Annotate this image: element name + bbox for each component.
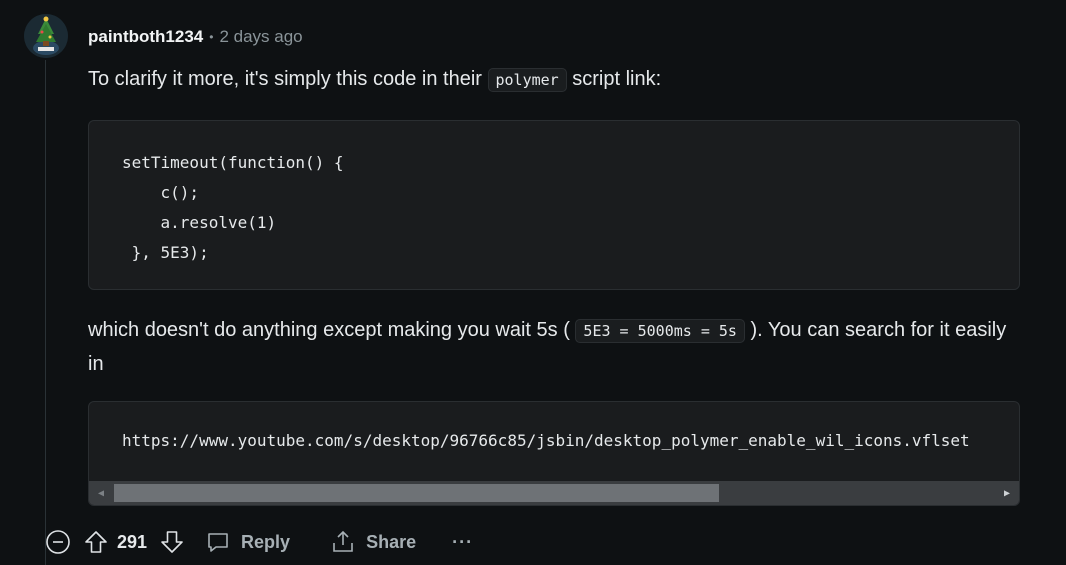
code-line: setTimeout(function() { — [122, 153, 344, 172]
username[interactable]: paintboth1234 — [88, 27, 203, 47]
more-options-icon: ··· — [452, 531, 474, 552]
scroll-right-arrow-icon[interactable]: ▶ — [995, 481, 1019, 505]
comment-header: paintboth1234 • 2 days ago — [88, 26, 303, 48]
code-block: setTimeout(function() { c(); a.resolve(1… — [88, 120, 1020, 290]
code-line: https://www.youtube.com/s/desktop/96766c… — [122, 431, 970, 450]
share-label: Share — [366, 531, 417, 552]
separator-dot: • — [209, 30, 214, 44]
avatar[interactable] — [24, 14, 68, 58]
timestamp[interactable]: 2 days ago — [219, 27, 302, 47]
inline-code: 5E3 = 5000ms = 5s — [575, 319, 745, 343]
minus-circle-icon[interactable] — [45, 529, 71, 555]
more-options-button[interactable]: ··· — [452, 532, 473, 553]
share-icon — [330, 529, 356, 555]
arrow-down-icon[interactable] — [159, 529, 185, 555]
code-line: }, 5E3); — [122, 243, 209, 262]
paragraph-text: To clarify it more, it's simply this cod… — [88, 68, 488, 90]
vote-count: 291 — [117, 531, 148, 552]
code-line: a.resolve(1) — [122, 213, 277, 232]
comment-paragraph-1: To clarify it more, it's simply this cod… — [88, 63, 1018, 97]
inline-code: polymer — [487, 68, 567, 92]
paragraph-text: script link: — [566, 68, 662, 90]
paragraph-text: which doesn't do anything except making … — [88, 319, 576, 341]
scrollbar-thumb[interactable] — [114, 484, 719, 502]
share-button[interactable]: Share — [330, 529, 416, 555]
reply-button[interactable]: Reply — [205, 529, 290, 555]
thread-line[interactable] — [45, 60, 46, 565]
scroll-left-arrow-icon[interactable]: ◀ — [89, 481, 113, 505]
arrow-up-icon[interactable] — [83, 529, 109, 555]
code-line: c(); — [122, 183, 200, 202]
horizontal-scrollbar[interactable]: ◀ ▶ — [89, 481, 1019, 505]
url-code-block: https://www.youtube.com/s/desktop/96766c… — [88, 401, 1020, 506]
comment-paragraph-2: which doesn't do anything except making … — [88, 314, 1018, 381]
comment-actions: 291 Reply Share ··· — [45, 526, 473, 558]
speech-bubble-icon — [205, 529, 231, 555]
reply-label: Reply — [241, 531, 291, 552]
avatar-image — [24, 14, 68, 58]
